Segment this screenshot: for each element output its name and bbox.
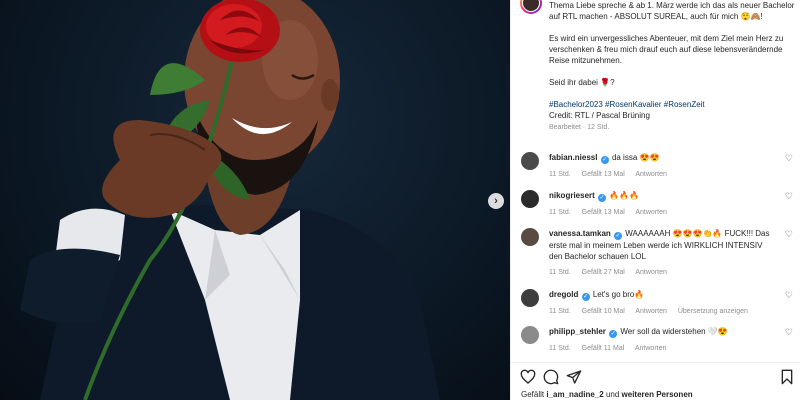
commenter-avatar[interactable] — [521, 152, 539, 170]
comment-time[interactable]: 11 Std. — [549, 269, 571, 276]
edited-timestamp: Bearbeitet · 12 Std. — [549, 124, 610, 131]
comment-text: Let's go bro🔥 — [592, 290, 645, 299]
verified-badge-icon: ✓ — [614, 232, 623, 240]
comment-reply-button[interactable]: Antworten — [635, 171, 667, 178]
caption-line-2: Es wird ein unvergessliches Abenteuer, m… — [549, 34, 784, 65]
verified-badge-icon: ✓ — [609, 330, 618, 338]
comment-reply-button[interactable]: Antworten — [635, 269, 667, 276]
caption-hashtags[interactable]: #Bachelor2023 #RosenKavalier #RosenZeit — [549, 99, 795, 110]
chevron-right-icon: › — [494, 194, 498, 207]
comment-likes[interactable]: Gefällt 27 Mal — [582, 269, 625, 276]
commenter-avatar[interactable] — [521, 326, 539, 344]
heart-outline-icon[interactable]: ♡ — [785, 192, 793, 201]
comment-username[interactable]: dregold — [549, 290, 578, 299]
commenter-avatar[interactable] — [521, 289, 539, 307]
author-avatar[interactable] — [520, 0, 542, 14]
bookmark-icon[interactable] — [779, 369, 795, 385]
likes-prefix: Gefällt — [521, 390, 547, 399]
likes-mid: und — [603, 390, 622, 399]
comment-time[interactable]: 11 Std. — [549, 308, 571, 315]
verified-badge-icon: ✓ — [581, 293, 590, 301]
comment-text: da issa 😍😍 — [611, 153, 660, 162]
comment-likes[interactable]: Gefällt 13 Mal — [582, 209, 625, 216]
post-caption: Thema Liebe spreche & ab 1. März werde i… — [549, 0, 795, 133]
comment-likes[interactable]: Gefällt 11 Mal — [582, 345, 625, 352]
comment-username[interactable]: vanessa.tamkan — [549, 229, 611, 238]
heart-outline-icon[interactable]: ♡ — [785, 154, 793, 163]
commenter-avatar[interactable] — [521, 228, 539, 246]
comment-reply-button[interactable]: Antworten — [635, 308, 667, 315]
comment-likes[interactable]: Gefällt 13 Mal — [582, 171, 625, 178]
verified-badge-icon: ✓ — [598, 194, 607, 202]
comment-username[interactable]: nikogriesert — [549, 191, 595, 200]
comment-icon[interactable] — [543, 369, 559, 385]
comment-time[interactable]: 11 Std. — [549, 209, 571, 216]
caption-credit: Credit: RTL / Pascal Brüning — [549, 111, 650, 120]
next-image-button[interactable]: › — [488, 193, 504, 209]
caption-line-3: Seid ihr dabei 🌹? — [549, 78, 615, 87]
send-icon[interactable] — [566, 369, 582, 385]
comment-text: 🔥🔥🔥 — [609, 191, 640, 200]
man-with-rose-image — [20, 0, 440, 400]
comment-reply-button[interactable]: Antworten — [635, 209, 667, 216]
heart-outline-icon[interactable]: ♡ — [785, 291, 793, 300]
heart-outline-icon[interactable]: ♡ — [785, 230, 793, 239]
post-side-panel: Thema Liebe spreche & ab 1. März werde i… — [510, 0, 800, 400]
comment-time[interactable]: 11 Std. — [549, 345, 571, 352]
likes-others-link[interactable]: weiteren Personen — [622, 390, 693, 399]
comment-username[interactable]: fabian.niessl — [549, 153, 597, 162]
likes-summary: Gefällt i_am_nadine_2 und weiteren Perso… — [521, 390, 693, 399]
likes-user-link[interactable]: i_am_nadine_2 — [546, 390, 603, 399]
comment-text: Wer soll da widerstehen 🤍😍 — [620, 327, 728, 336]
caption-line-1: Thema Liebe spreche & ab 1. März werde i… — [549, 1, 795, 21]
comment-time[interactable]: 11 Std. — [549, 171, 571, 178]
translate-button[interactable]: Übersetzung anzeigen — [678, 308, 748, 315]
heart-outline-icon[interactable]: ♡ — [785, 328, 793, 337]
commenter-avatar[interactable] — [521, 190, 539, 208]
comment-reply-button[interactable]: Antworten — [635, 345, 667, 352]
post-actions-bar — [511, 362, 800, 390]
comment-username[interactable]: philipp_stehler — [549, 327, 606, 336]
comment-likes[interactable]: Gefällt 10 Mal — [582, 308, 625, 315]
heart-outline-icon[interactable] — [520, 369, 536, 385]
verified-badge-icon: ✓ — [600, 156, 609, 164]
post-photo[interactable]: › — [0, 0, 510, 400]
